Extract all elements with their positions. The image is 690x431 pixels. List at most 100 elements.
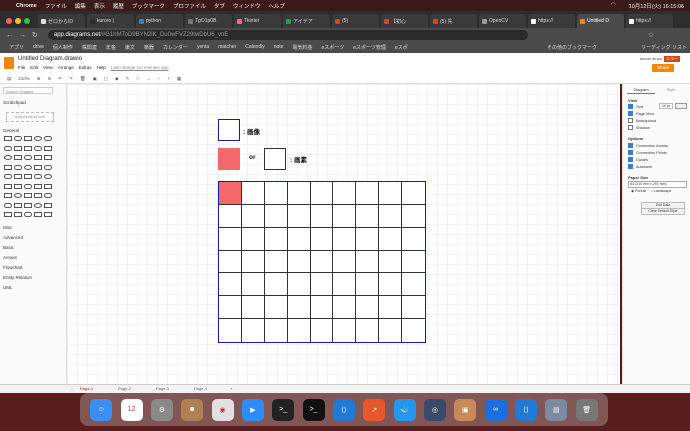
- bookmark-item[interactable]: eスポーツ管理: [353, 44, 386, 51]
- pixel-cell[interactable]: [333, 204, 357, 228]
- line-color-icon[interactable]: ✎: [126, 76, 130, 82]
- shape-tile-icon[interactable]: [44, 202, 52, 208]
- browser-tab[interactable]: Tkinter: [234, 14, 281, 28]
- tab-style[interactable]: Style: [657, 86, 685, 93]
- shape-tile-icon[interactable]: [4, 155, 12, 160]
- infinity-icon[interactable]: ∞: [484, 398, 507, 421]
- pixel-cell[interactable]: [219, 273, 242, 297]
- scratchpad-dropzone[interactable]: Drag elements here: [6, 112, 54, 122]
- pixel-cell[interactable]: [379, 227, 403, 251]
- pages-menu-icon[interactable]: ⋮: [70, 386, 74, 391]
- pixel-cell[interactable]: [379, 273, 403, 297]
- pixel-cell[interactable]: [264, 204, 288, 228]
- or-label[interactable]: or: [249, 154, 256, 161]
- browser-tab[interactable]: Untitled D: [577, 14, 624, 28]
- document-title[interactable]: Untitled Diagram.drawio: [18, 56, 82, 62]
- misc-header[interactable]: Misc: [3, 225, 12, 230]
- shape-tile-icon[interactable]: [4, 193, 12, 198]
- bookmark-item[interactable]: アプリ: [9, 44, 24, 51]
- pixel-cell[interactable]: [219, 296, 242, 320]
- add-page-icon[interactable]: +: [230, 386, 232, 391]
- basic-header[interactable]: Basic: [3, 245, 14, 250]
- connection-arrows-checkbox[interactable]: Connection Arrows: [628, 143, 668, 148]
- to-front-icon[interactable]: ▣: [93, 76, 97, 82]
- shape-tile-icon[interactable]: [24, 212, 32, 217]
- shape-tile-icon[interactable]: [34, 145, 42, 151]
- url-field[interactable]: app.diagrams.net /#G1hMToD9BYN2lK_Du0wFV…: [47, 30, 528, 40]
- pixel-cell[interactable]: [333, 250, 357, 274]
- arrows-header[interactable]: Arrows: [3, 255, 17, 260]
- shape-tile-icon[interactable]: [4, 212, 12, 217]
- pixel-cell[interactable]: [379, 319, 403, 342]
- bookmark-item[interactable]: 東文: [125, 44, 135, 51]
- pixel-cell[interactable]: [287, 296, 311, 320]
- entity-relation-header[interactable]: Entity Relation: [3, 275, 32, 280]
- bookmark-item[interactable]: Calendly: [245, 44, 264, 51]
- pixel-cell[interactable]: [288, 319, 311, 342]
- error-badge[interactable]: エラー: [664, 56, 680, 62]
- browser-tab[interactable]: 【初心: [381, 14, 428, 28]
- zoom-icon[interactable]: ▶: [241, 398, 264, 421]
- flowchart-header[interactable]: Flowchart: [3, 265, 23, 270]
- bookmark-item[interactable]: 個人制作: [53, 44, 73, 51]
- screenshot-icon[interactable]: ▤: [545, 398, 568, 421]
- bookmark-item[interactable]: yenta: [197, 44, 209, 51]
- shape-tile-icon[interactable]: [24, 136, 32, 141]
- pixel-cell[interactable]: [402, 319, 425, 342]
- insert-icon[interactable]: +: [167, 76, 170, 81]
- pixel-cell[interactable]: [402, 273, 425, 297]
- zoom-out-icon[interactable]: ⊖: [48, 76, 52, 82]
- shape-tile-icon[interactable]: [34, 155, 42, 160]
- shape-tile-icon[interactable]: [24, 155, 32, 160]
- pixel-cell[interactable]: [287, 182, 311, 205]
- clear-default-style-button[interactable]: Clear Default Style: [641, 208, 685, 215]
- background-checkbox[interactable]: Background: [628, 118, 656, 123]
- pixel-white-box[interactable]: [264, 148, 286, 170]
- pixel-cell[interactable]: [264, 182, 288, 205]
- menu-window[interactable]: ウィンドウ: [233, 2, 261, 10]
- bookmark-item[interactable]: 年金: [106, 44, 116, 51]
- shape-tile-icon[interactable]: [24, 202, 32, 208]
- pixel-cell[interactable]: [287, 250, 311, 274]
- grid-checkbox[interactable]: Grid: [628, 104, 643, 109]
- close-window-icon[interactable]: [6, 18, 12, 24]
- paper-size-select[interactable]: A4 (210 mm x 297 mm): [628, 181, 687, 188]
- pixel-cell[interactable]: [356, 250, 380, 274]
- terminal-2-icon[interactable]: >_: [302, 398, 325, 421]
- shape-tile-icon[interactable]: [14, 155, 22, 160]
- menu-extras[interactable]: Extras: [79, 65, 92, 70]
- shape-tile-icon[interactable]: [34, 183, 42, 189]
- shape-tile-icon[interactable]: [4, 145, 12, 151]
- zoom-level[interactable]: 210%: [18, 76, 30, 81]
- connection-points-checkbox[interactable]: Connection Points: [628, 150, 667, 155]
- pixel-cell[interactable]: [356, 319, 380, 342]
- fill-color-icon[interactable]: ◆: [115, 76, 118, 82]
- connection-icon[interactable]: →: [146, 76, 151, 81]
- pixel-cell[interactable]: [379, 250, 403, 274]
- user-name[interactable]: kuroro ikuzo: [640, 56, 662, 61]
- pixel-cell[interactable]: [356, 227, 380, 251]
- shape-tile-icon[interactable]: [14, 202, 22, 208]
- clock[interactable]: 10月12日(火) 16:15:06: [629, 2, 684, 10]
- shape-tile-icon[interactable]: [14, 212, 22, 217]
- pixel-cell[interactable]: [310, 273, 334, 297]
- pixel-cell[interactable]: [333, 319, 357, 342]
- browser-tab[interactable]: TgO1p0B: [185, 14, 232, 28]
- pixel-cell[interactable]: [241, 204, 265, 228]
- browser-tab[interactable]: ゼロからID: [38, 14, 85, 28]
- pixel-cell[interactable]: [402, 251, 425, 274]
- shape-tile-icon[interactable]: [24, 193, 32, 198]
- bookmark-item[interactable]: 株関連: [82, 44, 97, 51]
- shape-tile-icon[interactable]: [14, 174, 22, 179]
- pixel-cell[interactable]: [379, 204, 403, 228]
- pixel-cell[interactable]: [356, 182, 380, 205]
- terminal-1-icon[interactable]: >_: [272, 398, 295, 421]
- bookmark-item[interactable]: カレンダー: [163, 44, 188, 51]
- menu-help[interactable]: ヘルプ: [268, 2, 285, 10]
- zoom-window-icon[interactable]: [24, 18, 30, 24]
- bookmark-other[interactable]: その他のブックマーク: [547, 44, 597, 51]
- pixel-cell[interactable]: [356, 273, 380, 297]
- docker-icon[interactable]: 🐳: [393, 398, 416, 421]
- shape-tile-icon[interactable]: [34, 202, 42, 208]
- shadow-icon[interactable]: □: [136, 76, 139, 81]
